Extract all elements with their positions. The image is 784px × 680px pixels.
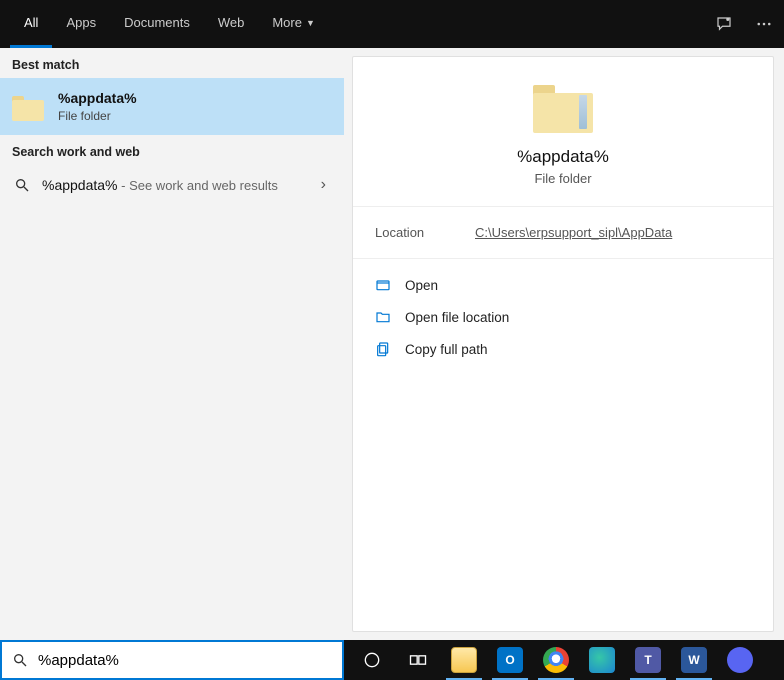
action-copy-path-label: Copy full path [405,342,488,357]
tab-documents-label: Documents [124,15,190,30]
chevron-down-icon: ▼ [306,18,315,28]
tab-apps-label: Apps [66,15,96,30]
folder-open-icon [375,309,391,325]
copy-icon [375,341,391,357]
taskbar-chrome[interactable] [534,640,578,680]
taskbar: O T W [344,640,784,680]
more-options-icon[interactable] [744,0,784,48]
chevron-right-icon: › [321,176,326,194]
open-icon [375,277,391,293]
tab-all[interactable]: All [10,0,52,48]
folder-icon [12,93,44,121]
tab-documents[interactable]: Documents [110,0,204,48]
action-open[interactable]: Open [375,269,751,301]
best-match-subtitle: File folder [58,109,137,123]
web-search-text: %appdata% - See work and web results [42,177,278,193]
taskbar-outlook[interactable]: O [488,640,532,680]
search-work-web-header: Search work and web [0,135,344,165]
action-copy-path[interactable]: Copy full path [375,333,751,365]
folder-icon [533,81,593,133]
action-open-label: Open [405,278,438,293]
web-search-item[interactable]: %appdata% - See work and web results › [0,165,344,205]
web-search-hint: - See work and web results [118,178,278,193]
search-icon [12,652,28,668]
best-match-item[interactable]: %appdata% File folder [0,78,344,135]
preview-title: %appdata% [517,147,609,167]
best-match-header: Best match [0,48,344,78]
search-input[interactable] [38,652,332,669]
taskbar-taskview[interactable] [396,640,440,680]
tab-all-label: All [24,15,38,30]
tab-more[interactable]: More ▼ [258,0,329,48]
tab-more-label: More [272,15,302,30]
preview-subtitle: File folder [534,171,591,186]
taskbar-edge[interactable] [580,640,624,680]
location-label: Location [375,225,475,240]
preview-panel: %appdata% File folder Location C:\Users\… [352,56,774,632]
taskbar-discord[interactable] [718,640,762,680]
best-match-title: %appdata% [58,90,137,106]
taskbar-cortana[interactable] [350,640,394,680]
results-panel: Best match %appdata% File folder Search … [0,48,344,640]
tab-web-label: Web [218,15,245,30]
action-open-location-label: Open file location [405,310,509,325]
action-open-location[interactable]: Open file location [375,301,751,333]
tab-apps[interactable]: Apps [52,0,110,48]
tab-web[interactable]: Web [204,0,259,48]
search-icon [14,177,30,193]
taskbar-teams[interactable]: T [626,640,670,680]
search-box[interactable] [0,640,344,680]
taskbar-file-explorer[interactable] [442,640,486,680]
taskbar-word[interactable]: W [672,640,716,680]
location-link[interactable]: C:\Users\erpsupport_sipl\AppData [475,225,672,240]
feedback-icon[interactable] [704,0,744,48]
web-search-term: %appdata% [42,177,118,193]
